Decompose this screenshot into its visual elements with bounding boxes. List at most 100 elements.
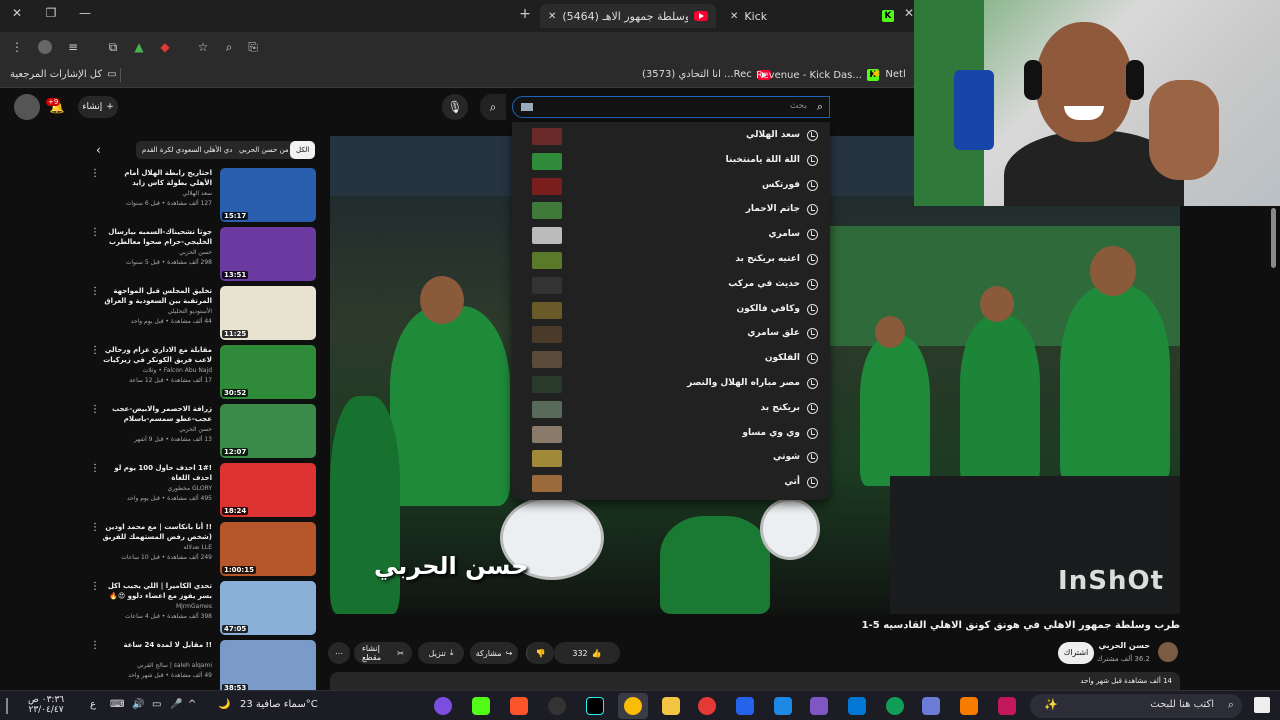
recommendation-title[interactable]: جوثا تشحيناك-السمبه بيارسال الخليجي-حرام… bbox=[100, 227, 212, 247]
app-icon[interactable] bbox=[960, 697, 978, 715]
chip-all[interactable]: الكل bbox=[290, 141, 316, 159]
input-language[interactable]: ع bbox=[90, 699, 96, 710]
recommendation-title[interactable]: احتاريج رابطة الهلال أمام الأهلي بطولة ك… bbox=[100, 168, 212, 188]
recommendation-channel[interactable]: GLORY مخطوري bbox=[167, 485, 212, 492]
recommendation-channel[interactable]: سعد الهلالي bbox=[182, 190, 212, 197]
recommendation-item[interactable]: 47:05 تحدي الكاميرا | اللي يجيب اكل بسر ي… bbox=[90, 581, 316, 635]
search-suggestion[interactable]: مصر مباراه الهلال والنصر bbox=[512, 372, 830, 396]
chrome-icon[interactable] bbox=[624, 697, 642, 715]
recommendation-item[interactable]: 12:07 زرافة الاحصمر والابيض-عجب عجب-عطو س… bbox=[90, 404, 316, 458]
more-actions-button[interactable]: ⋯ bbox=[328, 642, 350, 664]
media-player-icon[interactable] bbox=[698, 697, 716, 715]
subscribe-button[interactable]: اشتراك bbox=[1058, 642, 1094, 664]
search-suggestion[interactable]: أتي bbox=[512, 471, 830, 495]
start-button[interactable] bbox=[1254, 697, 1270, 713]
recommendation-channel[interactable]: LLE تعدلالة bbox=[183, 544, 212, 551]
volume-icon[interactable]: 🔊 bbox=[132, 699, 144, 710]
clock[interactable]: ٠٣:٣٦ ص ٢٣/٠٤/٤٧ bbox=[28, 695, 64, 715]
recommendation-item[interactable]: 15:17 احتاريج رابطة الهلال أمام الأهلي بط… bbox=[90, 168, 316, 222]
create-button[interactable]: إنشاء + bbox=[78, 96, 118, 118]
chip-channel-team[interactable]: النادي الأهلي السعودي لكرة القدم bbox=[136, 141, 247, 159]
voice-search-icon[interactable]: 🎙 bbox=[442, 94, 468, 120]
copilot-icon[interactable] bbox=[998, 697, 1016, 715]
bookmark-star-icon[interactable]: ☆ bbox=[196, 40, 210, 54]
search-suggestion[interactable]: فورتكس bbox=[512, 174, 830, 198]
recommendation-item[interactable]: 1:00:15 !! أنا بانكاست | مع محمد اودين (ش… bbox=[90, 522, 316, 576]
search-suggestion[interactable]: سعد الهلالي bbox=[512, 124, 830, 148]
bookmark-item[interactable]: (3573) انا التحادي ...Rec bbox=[642, 69, 771, 80]
outlook-icon[interactable] bbox=[848, 697, 866, 715]
network-icon[interactable]: ▭ bbox=[152, 699, 161, 710]
app-icon[interactable] bbox=[774, 697, 792, 715]
more-options-icon[interactable]: ⋮ bbox=[90, 463, 100, 474]
download-button[interactable]: تنزيل ⤓ bbox=[418, 642, 464, 664]
recommendation-item[interactable]: 18:24 !1# احذف حاول 100 يوم لو احذف اللغا… bbox=[90, 463, 316, 517]
video-thumbnail[interactable]: 38:53 bbox=[220, 640, 316, 694]
bookmark-item[interactable]: ✱ Netl bbox=[872, 69, 906, 80]
all-bookmarks-button[interactable]: كل الإشارات المرجعية ▭ bbox=[10, 69, 117, 80]
video-thumbnail[interactable]: 18:24 bbox=[220, 463, 316, 517]
recommendation-title[interactable]: زرافة الاحصمر والابيض-عجب عجب-عطو سمسم-ب… bbox=[100, 404, 212, 424]
tab-kick[interactable]: ✕ Kick K bbox=[722, 4, 902, 28]
m365-icon[interactable] bbox=[736, 697, 754, 715]
edge-icon[interactable] bbox=[886, 697, 904, 715]
search-suggestion[interactable]: اعتيه بريكنج بد bbox=[512, 248, 830, 272]
more-options-icon[interactable]: ⋮ bbox=[90, 522, 100, 533]
more-options-icon[interactable]: ⋮ bbox=[90, 581, 100, 592]
store-icon[interactable] bbox=[922, 697, 940, 715]
chip-from-channel[interactable]: من حسن الحربي bbox=[233, 141, 295, 159]
profile-avatar[interactable] bbox=[38, 40, 52, 54]
close-tab-icon[interactable]: ✕ bbox=[548, 11, 556, 22]
kick-app-icon[interactable] bbox=[472, 697, 490, 715]
dislike-button[interactable]: 👎 bbox=[526, 642, 554, 664]
recommendation-channel[interactable]: MjrmGames bbox=[176, 603, 212, 610]
search-suggestion[interactable]: وكافي فالكون bbox=[512, 298, 830, 322]
recommendation-channel[interactable]: حسن الحربي bbox=[179, 426, 212, 433]
brave-icon[interactable] bbox=[510, 697, 528, 715]
search-suggestion[interactable]: جاتم الاحمار bbox=[512, 198, 830, 222]
obs-icon[interactable] bbox=[548, 697, 566, 715]
more-options-icon[interactable]: ⋮ bbox=[90, 286, 100, 297]
keyboard-icon[interactable]: ⌨ bbox=[110, 699, 124, 710]
taskbar-search-input[interactable]: ✨ اكتب هنا للبحث ⌕ bbox=[1030, 694, 1242, 718]
tiktok-icon[interactable] bbox=[586, 697, 604, 715]
channel-name[interactable]: حسن الحربي bbox=[1099, 641, 1150, 650]
search-suggestion[interactable]: شوتي bbox=[512, 446, 830, 470]
search-suggestion[interactable]: حديث في مركب bbox=[512, 273, 830, 297]
recommendation-item[interactable]: 13:51 جوثا تشحيناك-السمبه بيارسال الخليجي… bbox=[90, 227, 316, 281]
video-thumbnail[interactable]: 1:00:15 bbox=[220, 522, 316, 576]
more-options-icon[interactable]: ⋮ bbox=[90, 640, 100, 651]
tray-overflow-icon[interactable]: ^ bbox=[188, 699, 196, 710]
account-avatar[interactable] bbox=[14, 94, 40, 120]
page-scrollbar[interactable] bbox=[1270, 206, 1278, 690]
recommendation-channel[interactable]: Falcon Abu Najd • وثلاث bbox=[143, 367, 212, 374]
recommendation-channel[interactable]: saleh alqami | سالح القرني bbox=[137, 662, 212, 669]
new-tab-icon[interactable]: + bbox=[516, 6, 534, 22]
extensions-icon[interactable]: ⧉ bbox=[106, 40, 120, 54]
close-tab-icon[interactable]: ✕ bbox=[730, 11, 738, 22]
recommendation-item[interactable]: 11:25 تخليق المجلس قبل المواجهة المرتقبة … bbox=[90, 286, 316, 340]
extension-red-icon[interactable]: ◆ bbox=[158, 40, 172, 54]
file-explorer-icon[interactable] bbox=[662, 697, 680, 715]
description-box[interactable]: 14 ألف مشاهدة قبل شهر واحد bbox=[330, 672, 1180, 690]
like-button[interactable]: 332 👍 bbox=[554, 642, 620, 664]
share-button[interactable]: مشاركة ↪ bbox=[470, 642, 518, 664]
more-options-icon[interactable]: ⋮ bbox=[90, 168, 100, 179]
bookmark-item[interactable]: Revenue - Kick Das... K bbox=[756, 69, 879, 81]
recommendation-item[interactable]: 38:53 !! مقابل لا لمدة 24 ساعة saleh alqam… bbox=[90, 640, 316, 694]
recommendation-channel[interactable]: الأستوديو التحليلي bbox=[168, 308, 212, 315]
menu-dots-icon[interactable]: ⋮ bbox=[10, 40, 24, 54]
recommendation-title[interactable]: تحدي الكاميرا | اللي يجيب اكل بسر يفوز م… bbox=[100, 581, 212, 601]
clip-button[interactable]: إنشاء مقطع ✂ bbox=[354, 642, 412, 664]
recommendation-channel[interactable]: حسن الحربي bbox=[179, 249, 212, 256]
video-thumbnail[interactable]: 13:51 bbox=[220, 227, 316, 281]
more-options-icon[interactable]: ⋮ bbox=[90, 227, 100, 238]
show-desktop-button[interactable] bbox=[6, 698, 8, 714]
gamepad-icon[interactable] bbox=[810, 697, 828, 715]
close-window-icon[interactable]: ✕ bbox=[8, 6, 26, 20]
video-thumbnail[interactable]: 47:05 bbox=[220, 581, 316, 635]
search-suggestion[interactable]: سامري bbox=[512, 223, 830, 247]
video-thumbnail[interactable]: 15:17 bbox=[220, 168, 316, 222]
scrollbar-thumb[interactable] bbox=[1271, 208, 1276, 268]
video-thumbnail[interactable]: 11:25 bbox=[220, 286, 316, 340]
